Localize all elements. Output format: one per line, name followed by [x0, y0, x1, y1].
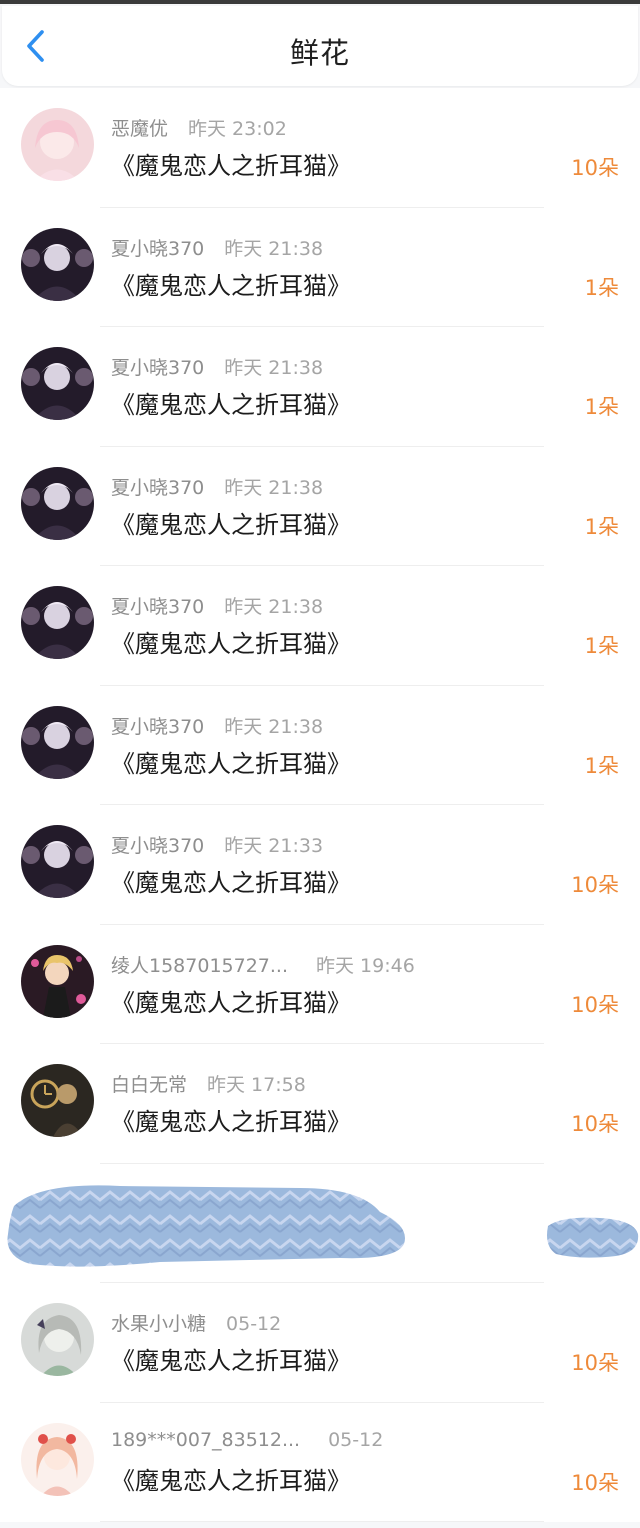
flower-list: 恶魔优 昨天 23:02 《魔鬼恋人之折耳猫》 10朵 夏小晓370 昨天 21:3…: [0, 88, 640, 1522]
flower-count: 10朵: [571, 156, 619, 180]
book-title: 《魔鬼恋人之折耳猫》: [111, 1108, 351, 1136]
avatar[interactable]: [21, 227, 94, 301]
book-title: 《魔鬼恋人之折耳猫》: [111, 988, 351, 1017]
avatar[interactable]: [21, 705, 94, 779]
book-title: 《魔鬼恋人之折耳猫》: [111, 510, 351, 539]
flower-count: 1朵: [584, 514, 619, 539]
avatar[interactable]: [21, 1303, 94, 1376]
timestamp: 昨天 21:38: [224, 715, 324, 738]
timestamp: 昨天 21:33: [224, 835, 324, 857]
user-name[interactable]: 夏小晓370: [111, 238, 204, 260]
timestamp: 昨天 19:46: [316, 954, 415, 977]
timestamp: 昨天 21:38: [224, 476, 324, 499]
list-item[interactable]: 白白无常 昨天 17:58 《魔鬼恋人之折耳猫》 10朵: [0, 1044, 640, 1164]
list-item[interactable]: 夏小晓370 昨天 21:38 《魔鬼恋人之折耳猫》 1朵: [0, 327, 640, 447]
flower-count: 1朵: [584, 395, 619, 419]
list-item[interactable]: 夏小晓370 昨天 21:38 《魔鬼恋人之折耳猫》 1朵: [0, 566, 640, 686]
book-title: 《魔鬼恋人之折耳猫》: [111, 271, 351, 300]
timestamp: 昨天 21:38: [224, 237, 324, 260]
redacted-list-item[interactable]: [0, 1164, 640, 1283]
avatar[interactable]: [21, 1064, 94, 1137]
flower-count: 10朵: [571, 1351, 619, 1375]
flower-count: 10朵: [571, 1470, 619, 1495]
divider: [100, 1521, 544, 1522]
list-item[interactable]: 绫人1587015727... 昨天 19:46 《魔鬼恋人之折耳猫》 10朵: [0, 925, 640, 1044]
user-name[interactable]: 夏小晓370: [111, 716, 204, 738]
timestamp: 昨天 17:58: [207, 1074, 306, 1096]
user-name[interactable]: 189***007_83512...: [111, 1429, 300, 1451]
flower-count: 1朵: [584, 275, 619, 300]
timestamp: 昨天 21:38: [224, 596, 324, 618]
list-item[interactable]: 恶魔优 昨天 23:02 《魔鬼恋人之折耳猫》 10朵: [0, 88, 640, 208]
book-title: 《魔鬼恋人之折耳猫》: [111, 869, 351, 897]
list-item[interactable]: 水果小小糖 05-12 《魔鬼恋人之折耳猫》 10朵: [0, 1283, 640, 1403]
flower-count: 10朵: [571, 1112, 619, 1136]
book-title: 《魔鬼恋人之折耳猫》: [111, 391, 351, 419]
avatar[interactable]: [21, 1422, 94, 1496]
timestamp: 昨天 23:02: [188, 118, 287, 140]
user-name[interactable]: 恶魔优: [111, 118, 168, 140]
list-item[interactable]: 夏小晓370 昨天 21:33 《魔鬼恋人之折耳猫》 10朵: [0, 805, 640, 925]
avatar[interactable]: [21, 108, 94, 181]
list-item[interactable]: 夏小晓370 昨天 21:38 《魔鬼恋人之折耳猫》 1朵: [0, 447, 640, 566]
avatar[interactable]: [21, 586, 94, 659]
nav-bar: 鲜花: [2, 6, 638, 86]
timestamp: 05-12: [328, 1428, 384, 1451]
user-name[interactable]: 水果小小糖: [111, 1313, 206, 1335]
avatar[interactable]: [21, 466, 94, 540]
list-item[interactable]: 夏小晓370 昨天 21:38 《魔鬼恋人之折耳猫》 1朵: [0, 208, 640, 327]
user-name[interactable]: 白白无常: [111, 1074, 187, 1096]
flower-count: 10朵: [571, 992, 619, 1017]
flower-count: 10朵: [571, 873, 619, 897]
timestamp: 05-12: [226, 1313, 282, 1335]
avatar[interactable]: [21, 944, 94, 1018]
book-title: 《魔鬼恋人之折耳猫》: [111, 630, 351, 658]
list-item[interactable]: 189***007_83512... 05-12 《魔鬼恋人之折耳猫》 10朵: [0, 1403, 640, 1522]
flower-count: 1朵: [584, 634, 619, 658]
avatar[interactable]: [21, 825, 94, 898]
timestamp: 昨天 21:38: [224, 357, 324, 379]
avatar[interactable]: [21, 347, 94, 420]
user-name[interactable]: 夏小晓370: [111, 835, 204, 857]
book-title: 《魔鬼恋人之折耳猫》: [111, 749, 351, 778]
redaction-scribble: [7, 1184, 639, 1267]
book-title: 《魔鬼恋人之折耳猫》: [111, 1347, 351, 1375]
user-name[interactable]: 夏小晓370: [111, 357, 204, 379]
status-bar: [0, 0, 640, 4]
user-name[interactable]: 夏小晓370: [111, 596, 204, 618]
user-name[interactable]: 绫人1587015727...: [111, 955, 288, 977]
list-item[interactable]: 夏小晓370 昨天 21:38 《魔鬼恋人之折耳猫》 1朵: [0, 686, 640, 805]
flower-count: 1朵: [584, 753, 619, 778]
page-title: 鲜花: [289, 36, 350, 70]
book-title: 《魔鬼恋人之折耳猫》: [111, 1466, 351, 1495]
user-name[interactable]: 夏小晓370: [111, 477, 204, 499]
book-title: 《魔鬼恋人之折耳猫》: [111, 152, 351, 180]
